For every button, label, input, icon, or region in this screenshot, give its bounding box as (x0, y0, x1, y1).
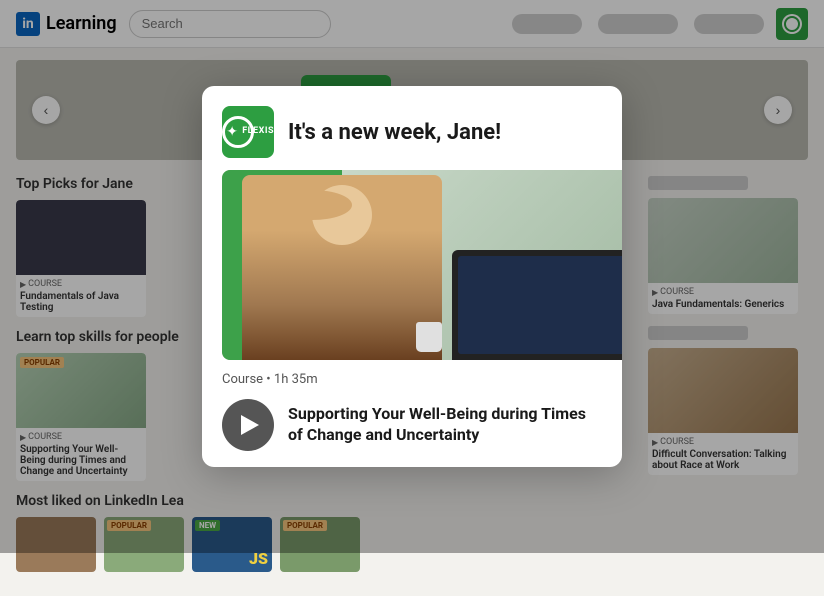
course-duration: Course • 1h 35m (222, 372, 602, 387)
play-button[interactable] (222, 399, 274, 451)
modal-overlay[interactable]: ✦ FLEXIS It's a new week, Jane! (0, 0, 824, 553)
flexis-inner-logo: ✦ (222, 116, 242, 148)
modal-greeting: It's a new week, Jane! (288, 120, 501, 145)
play-icon (241, 415, 259, 435)
modal-photo-area (222, 170, 622, 360)
hair (272, 190, 352, 220)
course-title: Supporting Your Well-Being during Times … (288, 404, 602, 446)
modal-header: ✦ FLEXIS It's a new week, Jane! (202, 86, 622, 170)
woman-body (242, 175, 442, 360)
modal-flexis-logo: ✦ FLEXIS (222, 106, 274, 158)
modal-dialog: ✦ FLEXIS It's a new week, Jane! (202, 86, 622, 467)
laptop-body (452, 250, 622, 360)
coffee-mug (416, 322, 442, 352)
woman-figure (242, 175, 442, 360)
flexis-star-icon: ✦ (226, 124, 238, 140)
course-player: Supporting Your Well-Being during Times … (222, 399, 602, 451)
laptop-screen (458, 256, 622, 354)
modal-course-info: Course • 1h 35m Supporting Your Well-Bei… (202, 372, 622, 467)
